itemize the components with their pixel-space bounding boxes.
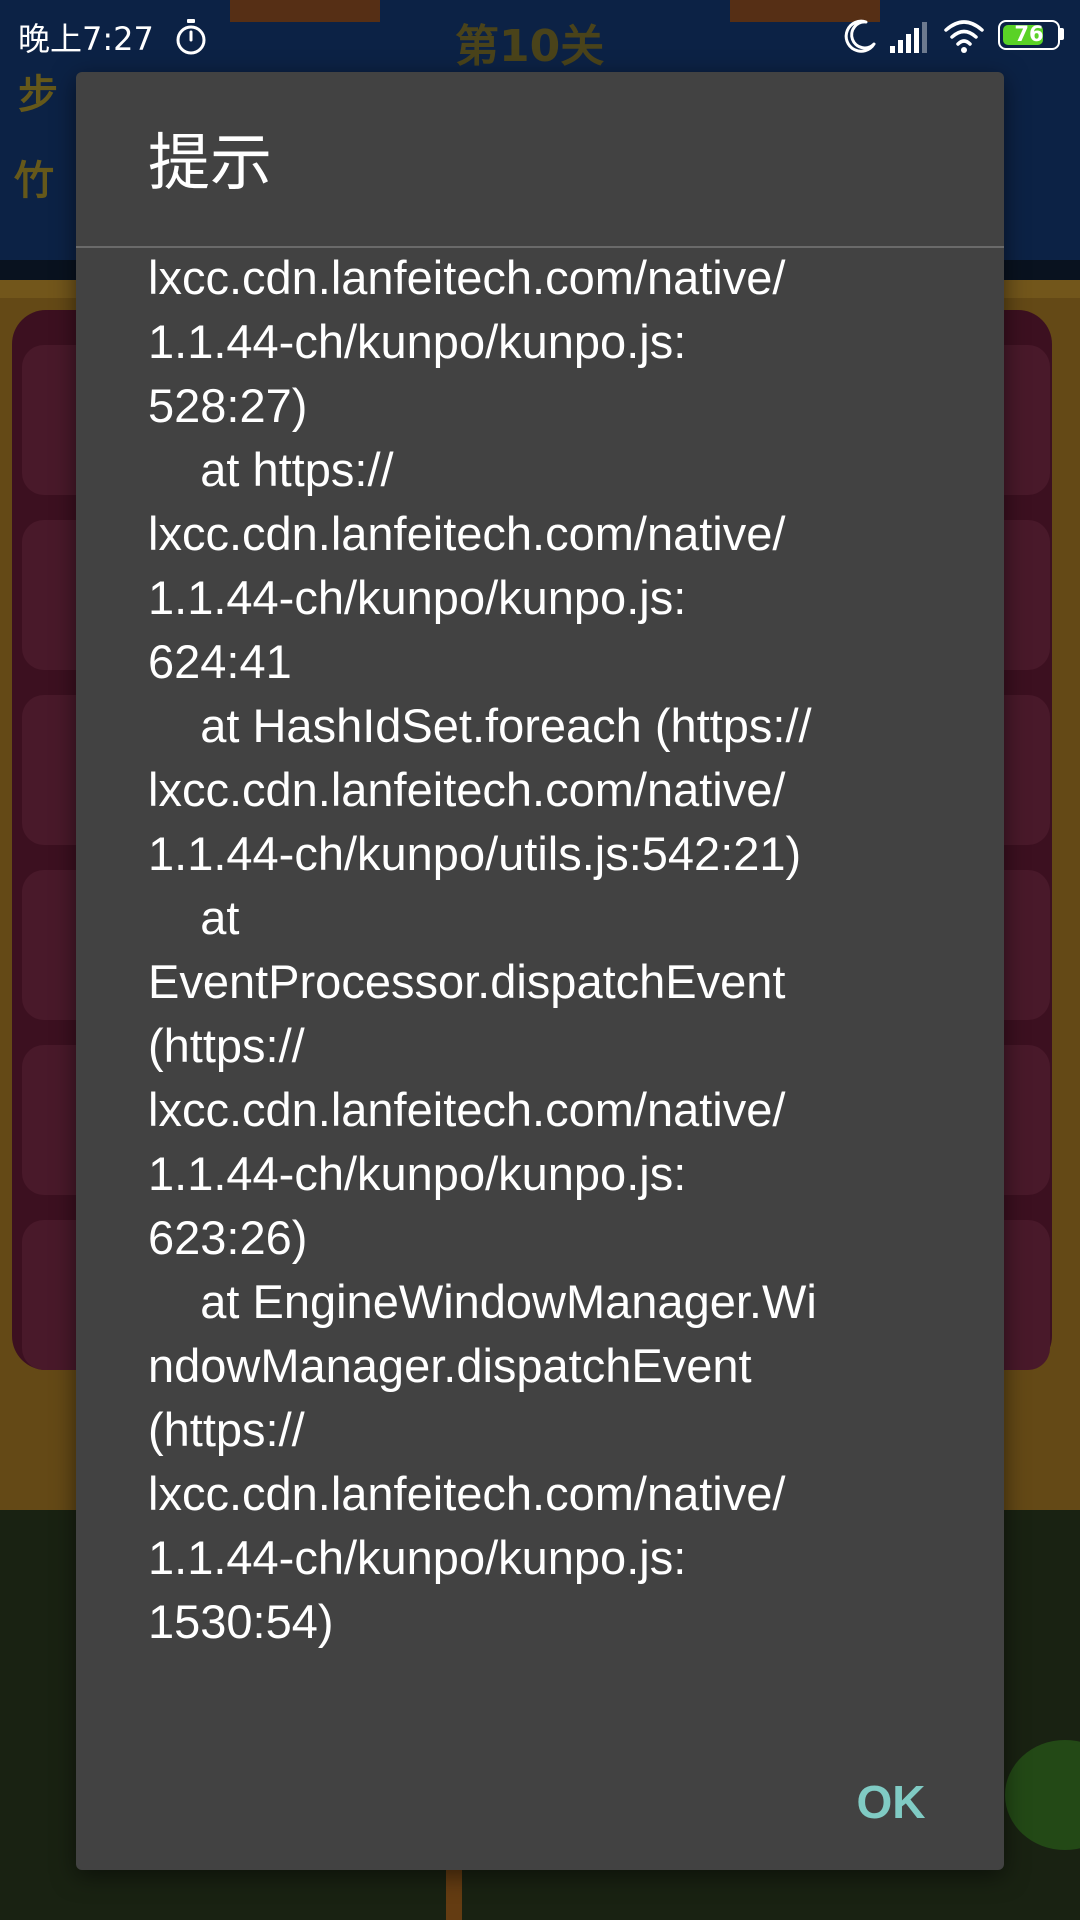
battery-level: 76 bbox=[1014, 22, 1044, 46]
status-time: 晚上7:27 bbox=[18, 20, 154, 58]
dialog-message-scroll[interactable]: (https:// lxcc.cdn.lanfeitech.com/native… bbox=[148, 248, 958, 1768]
ok-button[interactable]: OK bbox=[826, 1760, 956, 1844]
dialog-title: 提示 bbox=[148, 126, 273, 199]
stopwatch-icon bbox=[176, 19, 206, 55]
battery-icon: 76 bbox=[998, 20, 1064, 50]
status-bar: 晚上7:27 76 bbox=[0, 0, 1080, 72]
wifi-icon bbox=[944, 20, 984, 53]
alert-dialog: 提示 (https:// lxcc.cdn.lanfeitech.com/nat… bbox=[76, 72, 1004, 1870]
battery-cap bbox=[1060, 28, 1064, 40]
signal-icon bbox=[890, 22, 927, 53]
screen: 第10关 步 竹 晚上7:27 76 提示 lxcc.cdn.lanfeitec… bbox=[0, 0, 1080, 1920]
moon-icon bbox=[844, 19, 876, 53]
dialog-message: (https:// lxcc.cdn.lanfeitech.com/native… bbox=[148, 251, 817, 1648]
